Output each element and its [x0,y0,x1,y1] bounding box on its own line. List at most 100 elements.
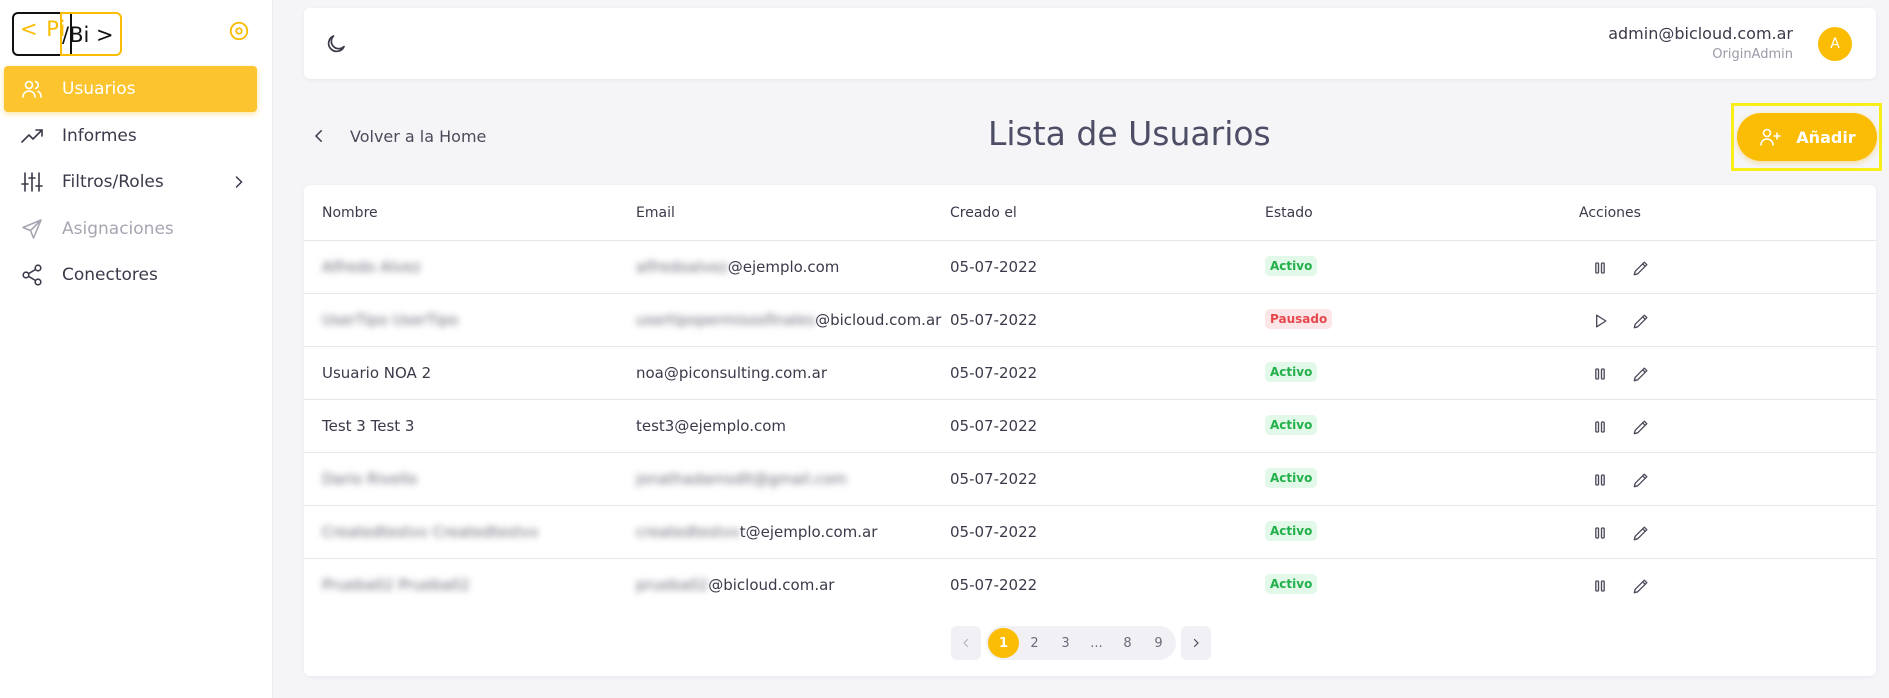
sidebar-item-filtros-roles[interactable]: Filtros/Roles [4,159,257,205]
edit-pencil-icon[interactable] [1631,364,1651,384]
pagination-page-2[interactable]: 2 [1019,628,1050,658]
user-name: Alfredo Alvez [322,258,421,276]
user-name: Test 3 Test 3 [322,417,415,435]
created-date: 05-07-2022 [950,417,1038,435]
status-badge: Activo [1265,362,1318,382]
column-header-creado: Creado el [950,205,1017,221]
created-date: 05-07-2022 [950,311,1038,329]
edit-pencil-icon[interactable] [1631,523,1651,543]
email-visible-part: @ejemplo.com [727,258,840,276]
user-email: jonathadamsdlt@gmail.com [636,470,847,488]
sidebar-item-usuarios[interactable]: Usuarios [4,66,257,112]
play-icon[interactable] [1590,311,1610,331]
send-icon [22,218,42,239]
sidebar-nav: Usuarios Informes Filtros/Roles Asignaci… [4,66,257,299]
email-visible-part: noa@piconsulting.com.ar [636,364,827,382]
created-date: 05-07-2022 [950,470,1038,488]
email-visible-part: test3@ejemplo.com [636,417,786,435]
share-icon [22,264,42,286]
edit-pencil-icon[interactable] [1631,258,1651,278]
sidebar: < Pi /Bi > Usuarios Informes Filtros/Rol… [0,0,273,698]
page-title: Lista de Usuarios [988,114,1271,153]
back-to-home-link[interactable]: Volver a la Home [310,124,486,148]
users-icon [22,80,42,98]
pagination-pages: 1 2 3... 8 9 [986,626,1176,660]
status-badge: Activo [1265,256,1318,276]
email-hidden-part: jonathadamsdlt@gmail.com [636,470,847,488]
edit-pencil-icon[interactable] [1631,311,1651,331]
status-badge: Activo [1265,521,1318,541]
table-row: Test 3 Test 3 test3@ejemplo.com 05-07-2022… [304,400,1876,453]
table-row: Usuario NOA 2 noa@piconsulting.com.ar 05-0… [304,347,1876,400]
pause-icon[interactable] [1590,576,1610,596]
sidebar-item-asignaciones[interactable]: Asignaciones [4,206,257,252]
table-row: Prueba02 Prueba02 prueba02@bicloud.com.ar… [304,559,1876,612]
avatar[interactable]: A [1818,27,1852,61]
table-row: UserTipo UserTipo usertipopermisosfinales… [304,294,1876,347]
users-table: Nombre Email Creado el Estado Acciones A… [304,185,1876,676]
user-email: noa@piconsulting.com.ar [636,364,827,382]
created-date: 05-07-2022 [950,576,1038,594]
email-visible-part: t@ejemplo.com.ar [739,523,878,541]
email-visible-part: @bicloud.com.ar [815,311,942,329]
sliders-icon [21,172,43,192]
edit-pencil-icon[interactable] [1631,576,1651,596]
user-name: Usuario NOA 2 [322,364,432,382]
column-header-acciones: Acciones [1579,205,1641,221]
created-date: 05-07-2022 [950,258,1038,276]
chevron-left-icon [314,130,322,142]
sidebar-item-label: Asignaciones [62,218,174,239]
user-name: Createdtestvv Createdtestvv [322,523,539,541]
moon-icon[interactable] [324,32,348,56]
back-label: Volver a la Home [350,126,487,146]
user-name: Prueba02 Prueba02 [322,576,470,594]
pagination-ellipsis: ... [1090,635,1103,651]
pagination-page-1[interactable]: 1 [988,628,1019,658]
email-visible-part: @bicloud.com.ar [708,576,835,594]
pause-icon[interactable] [1590,258,1610,278]
logo[interactable]: < Pi /Bi > [12,12,122,56]
sidebar-item-label: Usuarios [62,79,136,99]
add-button-label: Añadir [1796,127,1856,147]
pagination-next-button[interactable] [1181,626,1211,660]
pagination-page-8[interactable]: 8 [1112,628,1143,658]
pagination-page-3[interactable]: 3 [1050,628,1081,658]
email-hidden-part: createdtestvv [636,523,740,541]
logo-text-right: /Bi > [62,23,114,47]
sidebar-item-label: Conectores [62,265,158,285]
user-email: test3@ejemplo.com [636,417,786,435]
pagination: 1 2 3... 8 9 [951,626,1211,660]
pagination-page-9[interactable]: 9 [1143,628,1174,658]
sidebar-item-label: Informes [62,125,137,146]
created-date: 05-07-2022 [950,364,1038,382]
edit-pencil-icon[interactable] [1631,417,1651,437]
pause-icon[interactable] [1590,523,1610,543]
pagination-prev-button[interactable] [951,626,981,660]
logo-text-left: < Pi [20,17,67,41]
user-role: OriginAdmin [1712,47,1793,62]
user-name: UserTipo UserTipo [322,311,459,329]
table-header: Nombre Email Creado el Estado Acciones [304,185,1876,241]
pause-icon[interactable] [1590,417,1610,437]
settings-icon[interactable] [228,20,250,42]
pause-icon[interactable] [1590,364,1610,384]
user-email: admin@bicloud.com.ar [1608,24,1793,43]
sidebar-item-conectores[interactable]: Conectores [4,252,257,298]
edit-pencil-icon[interactable] [1631,470,1651,490]
status-badge: Pausado [1265,309,1333,329]
column-header-nombre: Nombre [322,205,378,221]
email-hidden-part: usertipopermisosfinales [636,311,816,329]
column-header-email: Email [636,205,675,221]
chevron-right-icon [235,176,243,188]
pause-icon[interactable] [1590,470,1610,490]
table-row: Alfredo Alvez alfredoalvez@ejemplo.com 05-… [304,241,1876,294]
user-plus-icon [1760,128,1782,146]
table-row: Dario Rivello jonathadamsdlt@gmail.com 05-… [304,453,1876,506]
status-badge: Activo [1265,574,1318,594]
user-name: Dario Rivello [322,470,418,488]
sidebar-item-informes[interactable]: Informes [4,113,257,159]
user-email: usertipopermisosfinales@bicloud.com.ar [636,311,941,329]
chevron-right-icon [1193,638,1199,648]
add-user-button[interactable]: Añadir [1737,113,1877,161]
email-hidden-part: alfredoalvez [636,258,728,276]
